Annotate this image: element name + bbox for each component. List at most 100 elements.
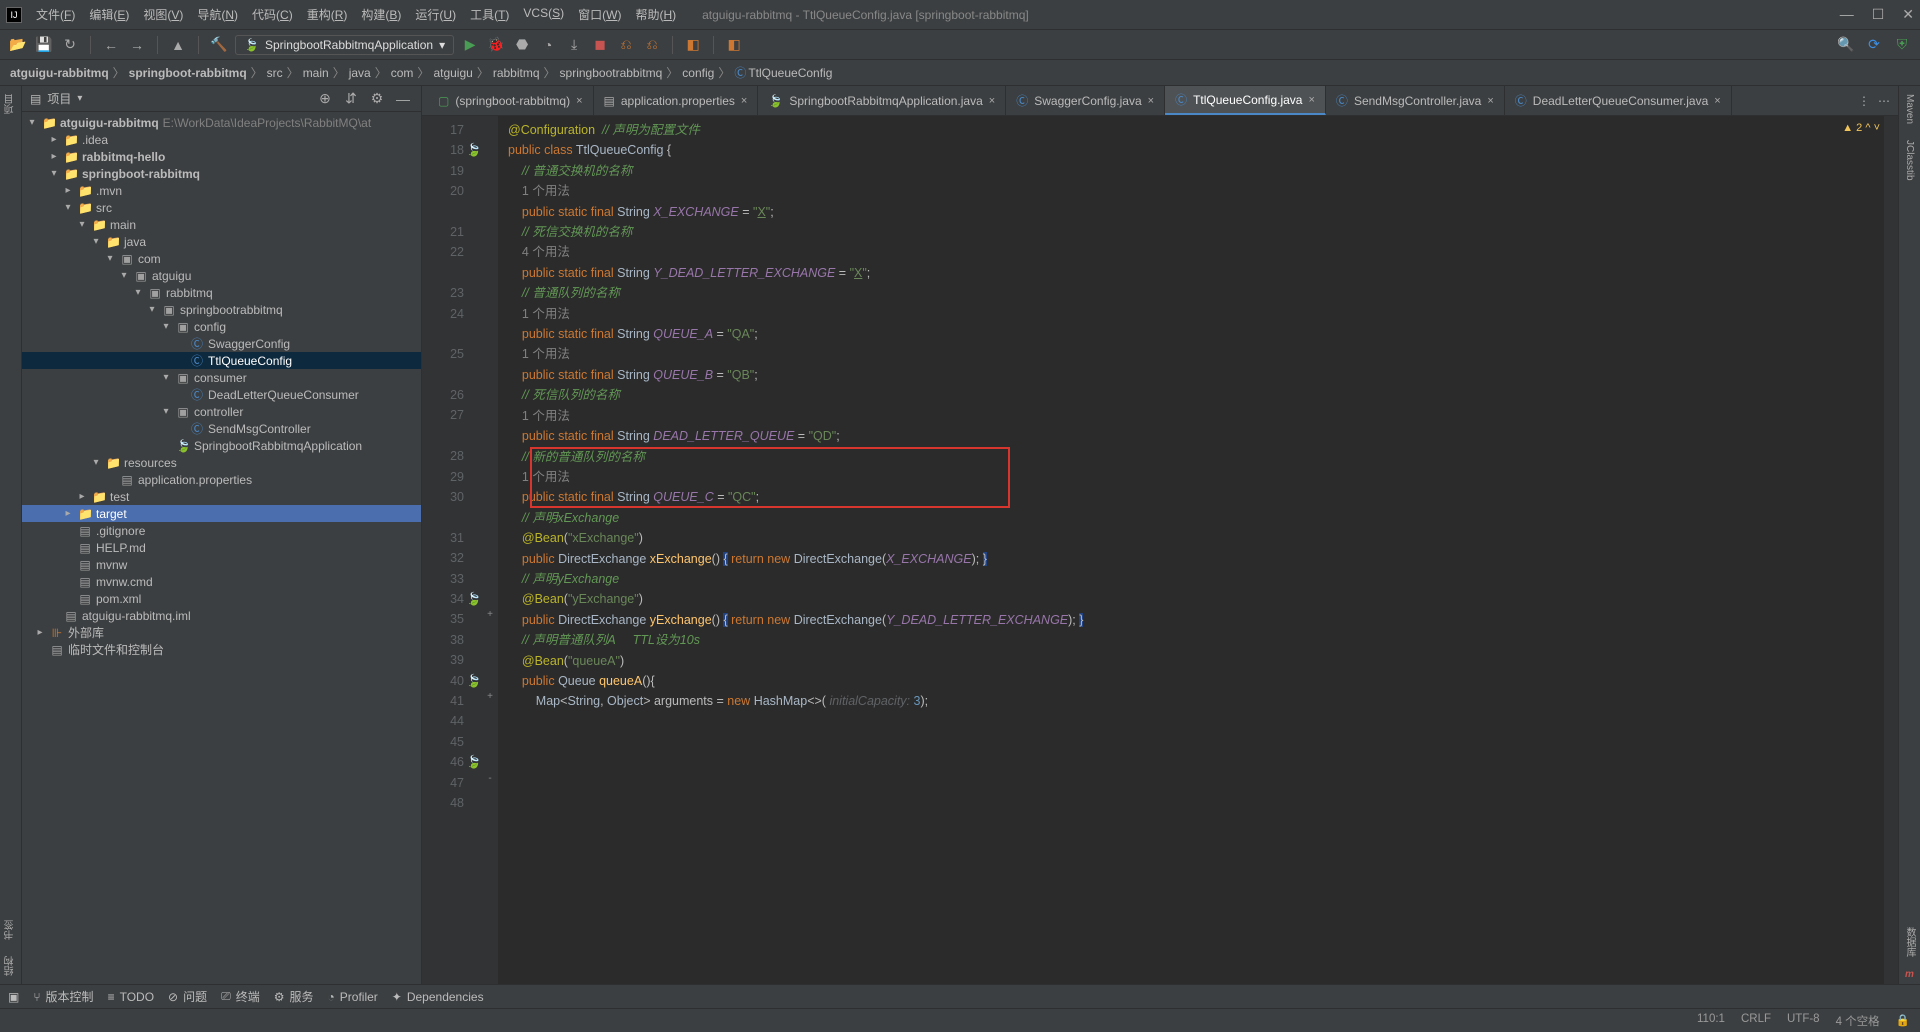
gear-icon[interactable]: ⚙	[367, 89, 387, 109]
lock-icon[interactable]: 🔒	[1896, 1013, 1910, 1029]
back-icon[interactable]: ←	[101, 35, 121, 55]
rail-bookmarks-tab[interactable]: 书签	[3, 912, 18, 948]
build-icon[interactable]: ▲	[168, 35, 188, 55]
tabs-more-icon[interactable]: ⋮	[1858, 94, 1870, 108]
close-tab-icon[interactable]: ×	[989, 95, 995, 107]
breadcrumb-segment[interactable]: rabbitmq	[493, 66, 540, 80]
tree-item[interactable]: ▸📁.idea	[22, 131, 421, 148]
rail-maven-tab[interactable]: Maven	[1904, 86, 1915, 132]
tree-item[interactable]: ▤HELP.md	[22, 539, 421, 556]
save-icon[interactable]: 💾	[34, 35, 54, 55]
breadcrumb-segment[interactable]: main	[303, 66, 329, 80]
indent[interactable]: 4 个空格	[1836, 1013, 1880, 1029]
close-tab-icon[interactable]: ×	[576, 95, 582, 107]
tree-item[interactable]: SendMsgController	[22, 420, 421, 437]
tree-item[interactable]: ▾📁java	[22, 233, 421, 250]
expand-icon[interactable]: ⊕	[315, 89, 335, 109]
tree-item[interactable]: ▾▣springbootrabbitmq	[22, 301, 421, 318]
breadcrumb-segment[interactable]: com	[391, 66, 414, 80]
icon-sq2[interactable]: ◧	[724, 35, 744, 55]
tree-root[interactable]: ▾📁atguigu-rabbitmq E:\WorkData\IdeaProje…	[22, 114, 421, 131]
tree-item[interactable]: SwaggerConfig	[22, 335, 421, 352]
attach-icon[interactable]: ⤓	[564, 35, 584, 55]
tree-item[interactable]: ▸📁rabbitmq-hello	[22, 148, 421, 165]
tree-item[interactable]: ▤pom.xml	[22, 590, 421, 607]
collapse-icon[interactable]: ⇵	[341, 89, 361, 109]
editor-tab[interactable]: SwaggerConfig.java×	[1006, 86, 1165, 115]
tree-item[interactable]: ▤application.properties	[22, 471, 421, 488]
icon-sq1[interactable]: ◧	[683, 35, 703, 55]
breadcrumb-segment[interactable]: src	[267, 66, 283, 80]
code-editor[interactable]: @Configuration // 声明为配置文件public class Tt…	[498, 116, 1898, 984]
shield-icon[interactable]: ⛨	[1892, 35, 1912, 55]
tree-item[interactable]: 🍃SpringbootRabbitmqApplication	[22, 437, 421, 454]
editor-tab[interactable]: TtlQueueConfig.java×	[1165, 86, 1326, 115]
bottom-tool-服务[interactable]: ⚙服务	[274, 988, 314, 1005]
toolwin-icon[interactable]: ▣	[8, 990, 19, 1004]
forward-icon[interactable]: →	[127, 35, 147, 55]
breadcrumb-segment[interactable]: atguigu	[433, 66, 472, 80]
rail-jclasstib-tab[interactable]: JClasstib	[1904, 132, 1915, 189]
bottom-tool-TODO[interactable]: ≡TODO	[108, 990, 154, 1004]
close-tab-icon[interactable]: ×	[1148, 95, 1154, 107]
tree-item[interactable]: ▤atguigu-rabbitmq.iml	[22, 607, 421, 624]
bottom-tool-Profiler[interactable]: ◔Profiler	[328, 990, 378, 1004]
menu-item[interactable]: 导航(N)	[191, 2, 244, 27]
breadcrumb-segment[interactable]: springboot-rabbitmq	[129, 66, 247, 80]
profile-icon[interactable]: ◔	[538, 35, 558, 55]
menu-item[interactable]: 窗口(W)	[572, 2, 627, 27]
menu-item[interactable]: 运行(U)	[409, 2, 462, 27]
breadcrumb-segment[interactable]: java	[349, 66, 371, 80]
tree-item[interactable]: ▸📁.mvn	[22, 182, 421, 199]
debug-button[interactable]: 🐞	[486, 35, 506, 55]
project-tree[interactable]: ▾📁atguigu-rabbitmq E:\WorkData\IdeaProje…	[22, 112, 421, 984]
bottom-tool-问题[interactable]: ⊘问题	[168, 988, 207, 1005]
tree-item[interactable]: ▤临时文件和控制台	[22, 641, 421, 658]
encoding[interactable]: UTF-8	[1787, 1013, 1820, 1029]
tree-item[interactable]: ▾▣com	[22, 250, 421, 267]
sync-icon[interactable]: ⟳	[1864, 35, 1884, 55]
breadcrumb-segment[interactable]: springbootrabbitmq	[560, 66, 663, 80]
inspection-summary[interactable]: ▲ 2 ^ ˅	[1842, 122, 1880, 134]
hide-icon[interactable]: —	[393, 89, 413, 109]
coverage-icon[interactable]: ⬣	[512, 35, 532, 55]
minimize-button[interactable]: —	[1840, 6, 1854, 23]
menu-item[interactable]: 代码(C)	[246, 2, 299, 27]
tree-item[interactable]: ▤mvnw	[22, 556, 421, 573]
search-icon[interactable]: 🔍	[1836, 35, 1856, 55]
close-tab-icon[interactable]: ×	[1487, 95, 1493, 107]
tree-item[interactable]: ▾▣rabbitmq	[22, 284, 421, 301]
bottom-tool-版本控制[interactable]: ⑂版本控制	[33, 988, 93, 1005]
tree-item[interactable]: ▾📁main	[22, 216, 421, 233]
close-button[interactable]: ✕	[1902, 6, 1914, 23]
editor-tab[interactable]: SendMsgController.java×	[1326, 86, 1505, 115]
git2-icon[interactable]: ⎌	[642, 35, 662, 55]
menu-item[interactable]: 工具(T)	[464, 2, 515, 27]
bottom-tool-Dependencies[interactable]: ✦Dependencies	[392, 990, 484, 1004]
rail-database-tab[interactable]: 数据库	[1902, 919, 1917, 965]
tree-item[interactable]: ▾▣atguigu	[22, 267, 421, 284]
maximize-button[interactable]: ☐	[1872, 6, 1885, 23]
tree-item[interactable]: ▾📁src	[22, 199, 421, 216]
tree-item[interactable]: ▸⊪外部库	[22, 624, 421, 641]
tree-item[interactable]: ▾▣controller	[22, 403, 421, 420]
tree-item[interactable]: ▾📁springboot-rabbitmq	[22, 165, 421, 182]
open-icon[interactable]: 📂	[8, 35, 28, 55]
line-sep[interactable]: CRLF	[1741, 1013, 1771, 1029]
tree-item[interactable]: ▤.gitignore	[22, 522, 421, 539]
rail-project-tab[interactable]: 项目	[3, 86, 18, 122]
run-config-selector[interactable]: 🍃 SpringbootRabbitmqApplication ▾	[235, 35, 454, 55]
tree-item[interactable]: ▾📁resources	[22, 454, 421, 471]
editor-tab[interactable]: ▤application.properties×	[594, 86, 759, 115]
breadcrumb-segment[interactable]: config	[682, 66, 714, 80]
tree-item[interactable]: TtlQueueConfig	[22, 352, 421, 369]
editor-tab[interactable]: 🍃SpringbootRabbitmqApplication.java×	[758, 86, 1006, 115]
stop-icon[interactable]: ◼	[590, 35, 610, 55]
hammer-icon[interactable]: 🔨	[209, 35, 229, 55]
error-stripe[interactable]	[1884, 116, 1898, 984]
tabs-dropdown-icon[interactable]: ⋯	[1878, 94, 1890, 108]
run-button[interactable]: ▶	[460, 35, 480, 55]
tree-item[interactable]: ▸📁test	[22, 488, 421, 505]
menu-item[interactable]: 文件(F)	[30, 2, 81, 27]
refresh-icon[interactable]: ↻	[60, 35, 80, 55]
